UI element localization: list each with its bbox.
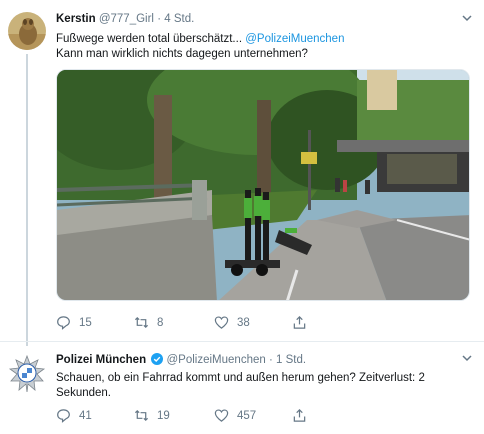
like-count: 457 (237, 409, 257, 422)
tweet-polizei-muenchen[interactable]: Polizei München @PolizeiMuenchen · 1 Std… (0, 342, 484, 434)
user-handle[interactable]: @777_Girl (99, 13, 154, 25)
display-name[interactable]: Kerstin (56, 13, 96, 25)
heart-icon (214, 316, 229, 329)
verified-badge-icon (151, 353, 164, 365)
retweet-button[interactable]: 19 (134, 408, 170, 423)
timestamp[interactable]: 1 Std. (276, 354, 306, 366)
reply-count: 41 (79, 409, 92, 422)
separator-dot: · (157, 13, 162, 25)
share-button[interactable] (292, 315, 315, 330)
tweet-text: Schauen, ob ein Fahrrad kommt und außen … (56, 371, 425, 401)
tweet-text-line1: Schauen, ob ein Fahrrad kommt und außen … (56, 372, 425, 384)
tweet-text-line2: Sekunden. (56, 387, 111, 399)
tweet-header: Polizei München @PolizeiMuenchen · 1 Std… (56, 353, 306, 366)
reply-button[interactable]: 41 (56, 408, 92, 423)
chevron-down-icon[interactable] (460, 12, 474, 24)
tweet-text-line2: Kann man wirklich nichts dagegen unterne… (56, 48, 308, 60)
like-count: 38 (237, 316, 250, 329)
retweet-icon (134, 316, 149, 329)
tweet-kerstin[interactable]: Kerstin @777_Girl · 4 Std. Fußwege werde… (0, 0, 484, 342)
retweet-button[interactable]: 8 (134, 315, 163, 330)
tweet-text-line1: Fußwege werden total überschätzt... (56, 33, 246, 45)
tweet-header: Kerstin @777_Girl · 4 Std. (56, 13, 194, 25)
tweet-text: Fußwege werden total überschätzt... @Pol… (56, 32, 344, 62)
display-name[interactable]: Polizei München (56, 354, 146, 366)
user-handle[interactable]: @PolizeiMuenchen (167, 354, 266, 366)
avatar[interactable] (8, 12, 46, 50)
avatar-police-star[interactable] (8, 354, 46, 393)
like-button[interactable]: 457 (214, 408, 256, 423)
reply-count: 15 (79, 316, 92, 329)
retweet-count: 19 (157, 409, 170, 422)
reply-button[interactable]: 15 (56, 315, 92, 330)
photo-scooters-on-sidewalk-icon (57, 70, 469, 300)
share-button[interactable] (292, 408, 315, 423)
separator-dot: · (268, 354, 273, 366)
retweet-count: 8 (157, 316, 164, 329)
reply-icon (57, 409, 70, 423)
retweet-icon (134, 409, 149, 422)
share-icon (293, 316, 306, 329)
chevron-down-icon[interactable] (460, 352, 474, 364)
heart-icon (214, 409, 229, 422)
like-button[interactable]: 38 (214, 315, 250, 330)
mention-link[interactable]: @PolizeiMuenchen (245, 33, 344, 45)
share-icon (293, 409, 306, 422)
tweet-photo[interactable] (56, 69, 470, 301)
reply-icon (57, 316, 70, 330)
timestamp[interactable]: 4 Std. (164, 13, 194, 25)
